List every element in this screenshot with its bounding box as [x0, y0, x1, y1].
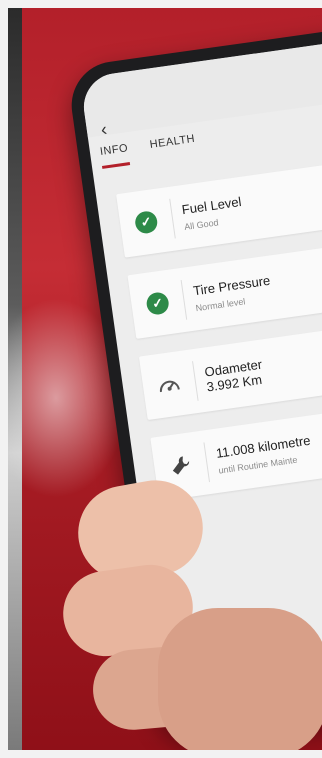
card-fuel-level[interactable]: ✓ Fuel Level All Good: [116, 157, 322, 258]
card-subtitle: All Good: [183, 217, 220, 233]
speedometer-icon: [142, 369, 197, 400]
tab-bar: INFO HEALTH: [99, 133, 197, 169]
card-title: Fuel Level: [180, 193, 243, 218]
photo-frame: ‹ INFO HEALTH ✓ Fuel Level All Good ✓ Ti…: [8, 8, 322, 750]
check-circle-icon: ✓: [130, 289, 185, 318]
check-circle-icon: ✓: [119, 208, 174, 237]
tab-info[interactable]: INFO: [99, 142, 131, 169]
hand-palm: [158, 608, 322, 750]
card-odometer[interactable]: Odameter 3.992 Km: [138, 319, 322, 421]
card-tire-pressure[interactable]: ✓ Tire Pressure Normal level: [127, 238, 322, 339]
tab-health[interactable]: HEALTH: [149, 133, 197, 162]
status-cards: ✓ Fuel Level All Good ✓ Tire Pressure No…: [116, 157, 322, 519]
wrench-icon: [153, 451, 208, 480]
